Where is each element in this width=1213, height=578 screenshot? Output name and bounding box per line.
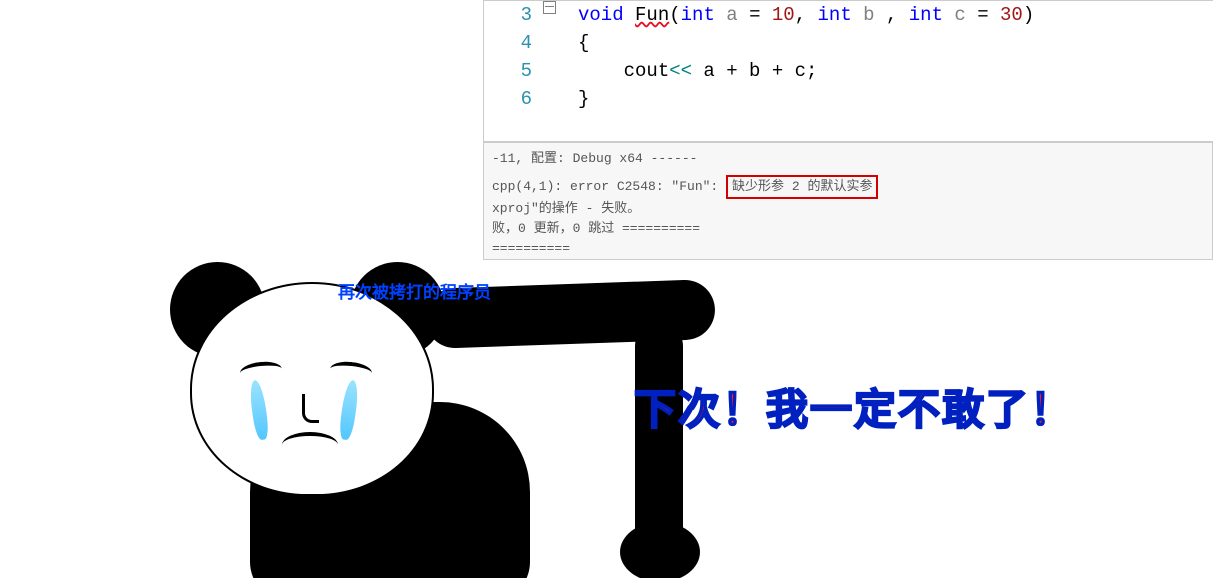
tear-icon — [338, 379, 360, 440]
code-line-6: 6 } — [484, 85, 1213, 113]
output-line: xproj"的操作 - 失败。 — [492, 199, 1204, 219]
build-output: -11, 配置: Debug x64 ------ cpp(4,1): erro… — [483, 142, 1213, 260]
output-line: 败，0 更新，0 跳过 ========== — [492, 219, 1204, 239]
nose-icon — [302, 394, 319, 423]
code-line-5: 5 cout<< a + b + c; — [484, 57, 1213, 85]
code-line-4: 4 { — [484, 29, 1213, 57]
fold-gutter[interactable] — [540, 1, 558, 14]
eye-icon — [329, 360, 373, 382]
output-line: -11, 配置: Debug x64 ------ — [492, 149, 1204, 169]
code-text: { — [564, 29, 589, 57]
line-number: 4 — [484, 29, 540, 57]
meme-caption-small: 再次被拷打的程序员 — [338, 278, 491, 303]
line-number: 3 — [484, 1, 540, 29]
code-text: void Fun(int a = 10, int b , int c = 30) — [564, 1, 1034, 29]
eye-icon — [239, 360, 283, 382]
meme-caption-large: 下次！我一定不敢了！ — [634, 376, 1074, 437]
code-editor: 3 void Fun(int a = 10, int b , int c = 3… — [483, 0, 1213, 142]
output-error-line: cpp(4,1): error C2548: "Fun": 缺少形参 2 的默认… — [492, 175, 1204, 199]
line-number: 6 — [484, 85, 540, 113]
meme-fist — [620, 522, 700, 578]
code-text: } — [564, 85, 589, 113]
error-highlight: 缺少形参 2 的默认实参 — [726, 175, 878, 199]
line-number: 5 — [484, 57, 540, 85]
meme-forearm — [635, 322, 683, 552]
fold-icon[interactable] — [543, 1, 556, 14]
code-text: cout<< a + b + c; — [564, 57, 817, 85]
tear-icon — [248, 379, 270, 440]
code-line-3: 3 void Fun(int a = 10, int b , int c = 3… — [484, 1, 1213, 29]
mouth-icon — [282, 432, 338, 458]
panda-face — [220, 322, 400, 482]
